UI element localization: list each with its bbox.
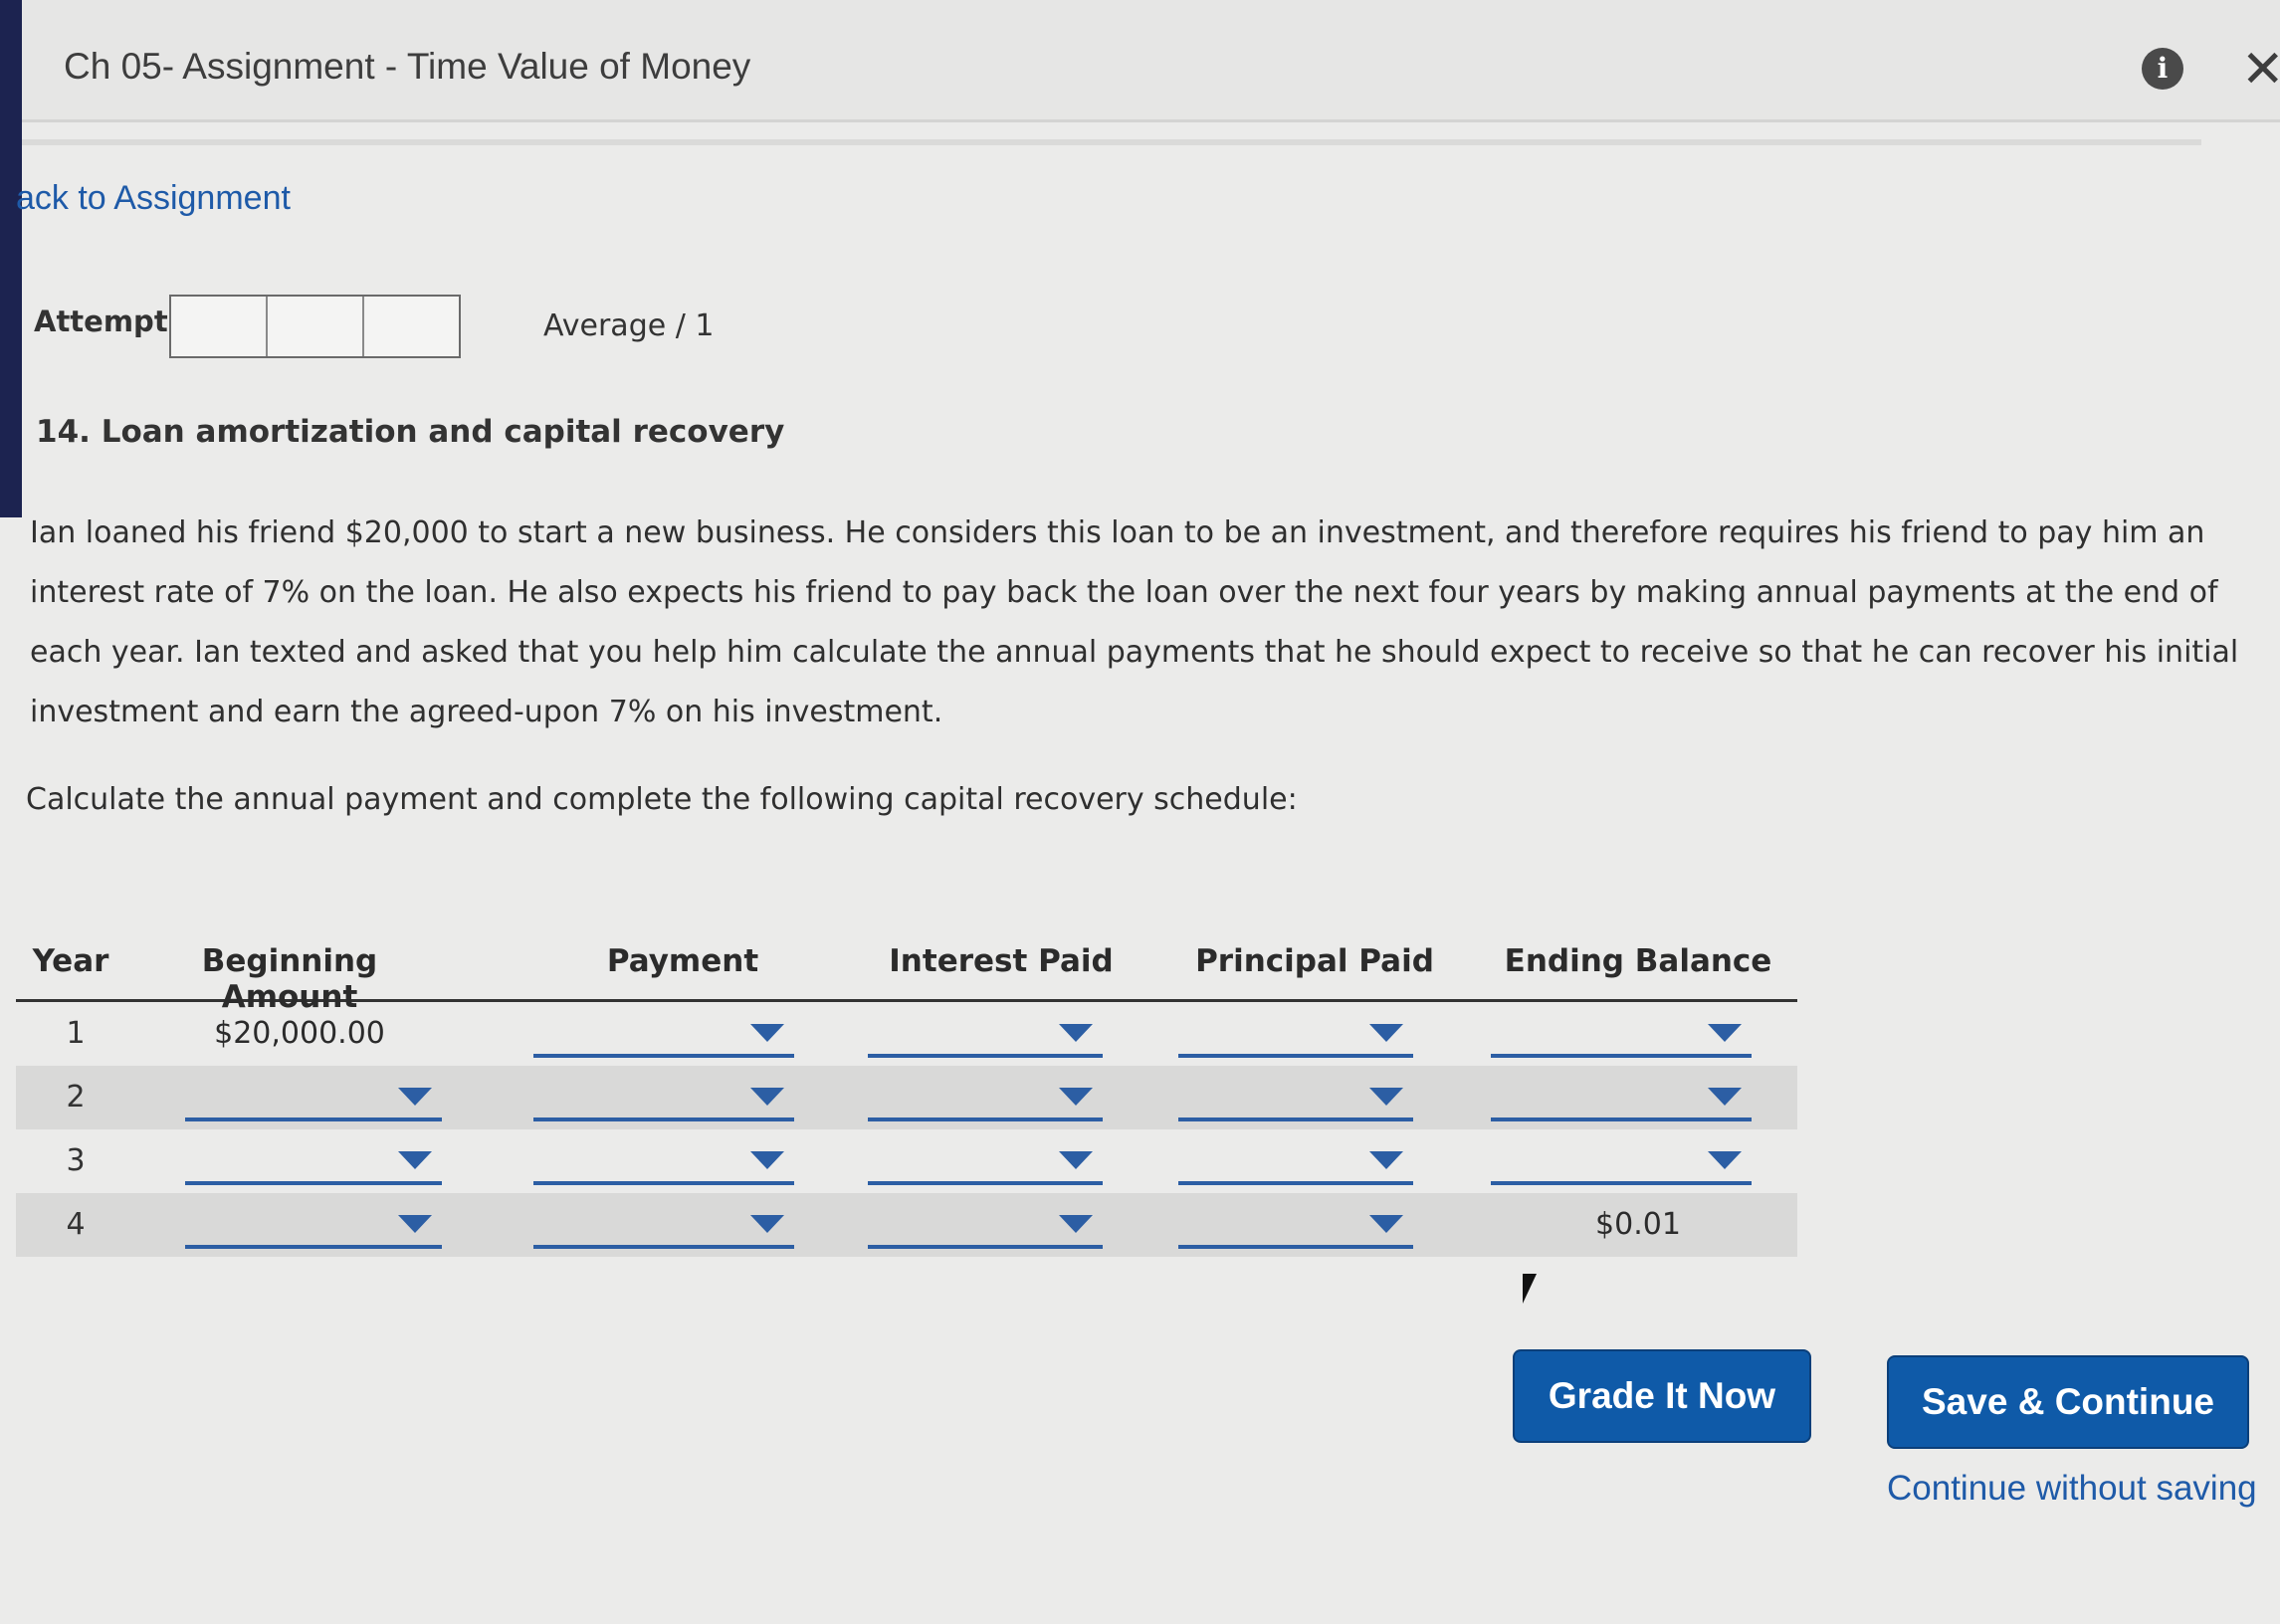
ending-balance-value: $0.01 bbox=[1595, 1207, 1681, 1242]
left-edge bbox=[0, 0, 22, 1624]
chevron-down-icon bbox=[398, 1088, 432, 1106]
header-ending-balance: Ending Balance bbox=[1504, 943, 1772, 979]
year-cell: 4 bbox=[66, 1207, 86, 1242]
divider bbox=[22, 139, 2201, 145]
schedule-header: Year Beginning Amount Payment Interest P… bbox=[16, 943, 1797, 1015]
chevron-down-icon bbox=[1059, 1024, 1093, 1042]
chevron-down-icon bbox=[1708, 1024, 1742, 1042]
table-row: 4 $0.01 bbox=[16, 1193, 1797, 1257]
question-instruction: Calculate the annual payment and complet… bbox=[26, 782, 1298, 817]
attempt-box bbox=[364, 297, 459, 356]
chevron-down-icon bbox=[398, 1215, 432, 1233]
header-interest-paid: Interest Paid bbox=[889, 943, 1114, 979]
question-body: Ian loaned his friend $20,000 to start a… bbox=[30, 515, 2239, 729]
principal-paid-dropdown[interactable] bbox=[1178, 1014, 1413, 1058]
payment-dropdown[interactable] bbox=[533, 1014, 794, 1058]
principal-paid-dropdown[interactable] bbox=[1178, 1078, 1413, 1121]
beginning-amount-dropdown[interactable] bbox=[185, 1078, 442, 1121]
attempt-box bbox=[268, 297, 364, 356]
chevron-down-icon bbox=[1059, 1151, 1093, 1169]
left-navy-strip bbox=[0, 0, 22, 517]
capital-recovery-schedule: Year Beginning Amount Payment Interest P… bbox=[16, 943, 1797, 1257]
chevron-down-icon bbox=[750, 1215, 784, 1233]
chevron-down-icon bbox=[1708, 1088, 1742, 1106]
chevron-down-icon bbox=[1369, 1024, 1403, 1042]
year-cell: 1 bbox=[66, 1016, 86, 1051]
interest-paid-dropdown[interactable] bbox=[868, 1078, 1103, 1121]
save-and-continue-button[interactable]: Save & Continue bbox=[1887, 1355, 2249, 1449]
chevron-down-icon bbox=[750, 1088, 784, 1106]
payment-dropdown[interactable] bbox=[533, 1141, 794, 1185]
beginning-amount-dropdown[interactable] bbox=[185, 1205, 442, 1249]
year-cell: 3 bbox=[66, 1143, 86, 1178]
chevron-down-icon bbox=[398, 1151, 432, 1169]
chevron-down-icon bbox=[1369, 1215, 1403, 1233]
chevron-down-icon bbox=[750, 1151, 784, 1169]
grade-it-now-button[interactable]: Grade It Now bbox=[1513, 1349, 1811, 1443]
chevron-down-icon bbox=[1369, 1151, 1403, 1169]
attempt-box bbox=[171, 297, 268, 356]
table-row: 3 bbox=[16, 1129, 1797, 1193]
ending-balance-dropdown[interactable] bbox=[1491, 1078, 1752, 1121]
chevron-down-icon bbox=[1059, 1215, 1093, 1233]
ending-balance-dropdown[interactable] bbox=[1491, 1014, 1752, 1058]
attempts-label: Attempts bbox=[34, 304, 185, 338]
principal-paid-dropdown[interactable] bbox=[1178, 1205, 1413, 1249]
beginning-amount-value: $20,000.00 bbox=[214, 1016, 385, 1051]
interest-paid-dropdown[interactable] bbox=[868, 1205, 1103, 1249]
info-icon[interactable]: i bbox=[2142, 48, 2183, 90]
interest-paid-dropdown[interactable] bbox=[868, 1141, 1103, 1185]
chevron-down-icon bbox=[1369, 1088, 1403, 1106]
ending-balance-dropdown[interactable] bbox=[1491, 1141, 1752, 1185]
chevron-down-icon bbox=[750, 1024, 784, 1042]
page-title: Ch 05- Assignment - Time Value of Money bbox=[64, 46, 751, 87]
header-payment: Payment bbox=[606, 943, 759, 979]
payment-dropdown[interactable] bbox=[533, 1078, 794, 1121]
close-icon[interactable]: ✕ bbox=[2241, 40, 2280, 100]
attempts-indicator bbox=[169, 295, 461, 358]
header-bar: Ch 05- Assignment - Time Value of Money … bbox=[22, 0, 2280, 122]
header-principal-paid: Principal Paid bbox=[1195, 943, 1434, 979]
mouse-cursor-icon bbox=[1523, 1274, 1537, 1304]
question-title: 14. Loan amortization and capital recove… bbox=[36, 414, 785, 450]
header-year: Year bbox=[32, 943, 109, 979]
interest-paid-dropdown[interactable] bbox=[868, 1014, 1103, 1058]
chevron-down-icon bbox=[1708, 1151, 1742, 1169]
table-row: 2 bbox=[16, 1066, 1797, 1129]
payment-dropdown[interactable] bbox=[533, 1205, 794, 1249]
chevron-down-icon bbox=[1059, 1088, 1093, 1106]
average-score: Average / 1 bbox=[543, 308, 715, 343]
principal-paid-dropdown[interactable] bbox=[1178, 1141, 1413, 1185]
back-to-assignment-link[interactable]: ack to Assignment bbox=[16, 179, 291, 218]
table-row: 1 $20,000.00 bbox=[16, 1002, 1797, 1066]
year-cell: 2 bbox=[66, 1080, 86, 1115]
beginning-amount-dropdown[interactable] bbox=[185, 1141, 442, 1185]
continue-without-saving-link[interactable]: Continue without saving bbox=[1887, 1469, 2257, 1509]
